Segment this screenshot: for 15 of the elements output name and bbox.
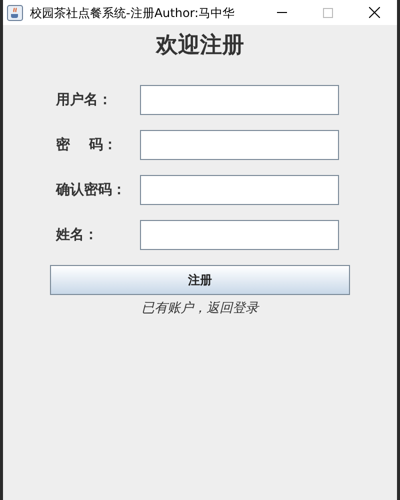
register-button[interactable]: 注册 [50, 265, 350, 295]
page-heading: 欢迎注册 [156, 32, 244, 60]
input-field[interactable] [140, 130, 339, 160]
minimize-icon [277, 12, 287, 13]
maximize-icon [323, 8, 333, 18]
field-label: 用户名： [56, 90, 113, 110]
field-label: 姓名： [56, 226, 99, 244]
input-field[interactable] [140, 175, 339, 205]
field-label: 确认密码： [56, 180, 127, 200]
login-link[interactable]: 已有账户，返回登录 [142, 299, 258, 318]
field-label: 密 码： [56, 136, 118, 154]
close-icon [368, 7, 380, 18]
input-field[interactable] [140, 220, 339, 250]
input-field[interactable] [140, 85, 339, 115]
window-title: 校园茶社点餐系统-注册Author:马中华 [30, 4, 235, 22]
